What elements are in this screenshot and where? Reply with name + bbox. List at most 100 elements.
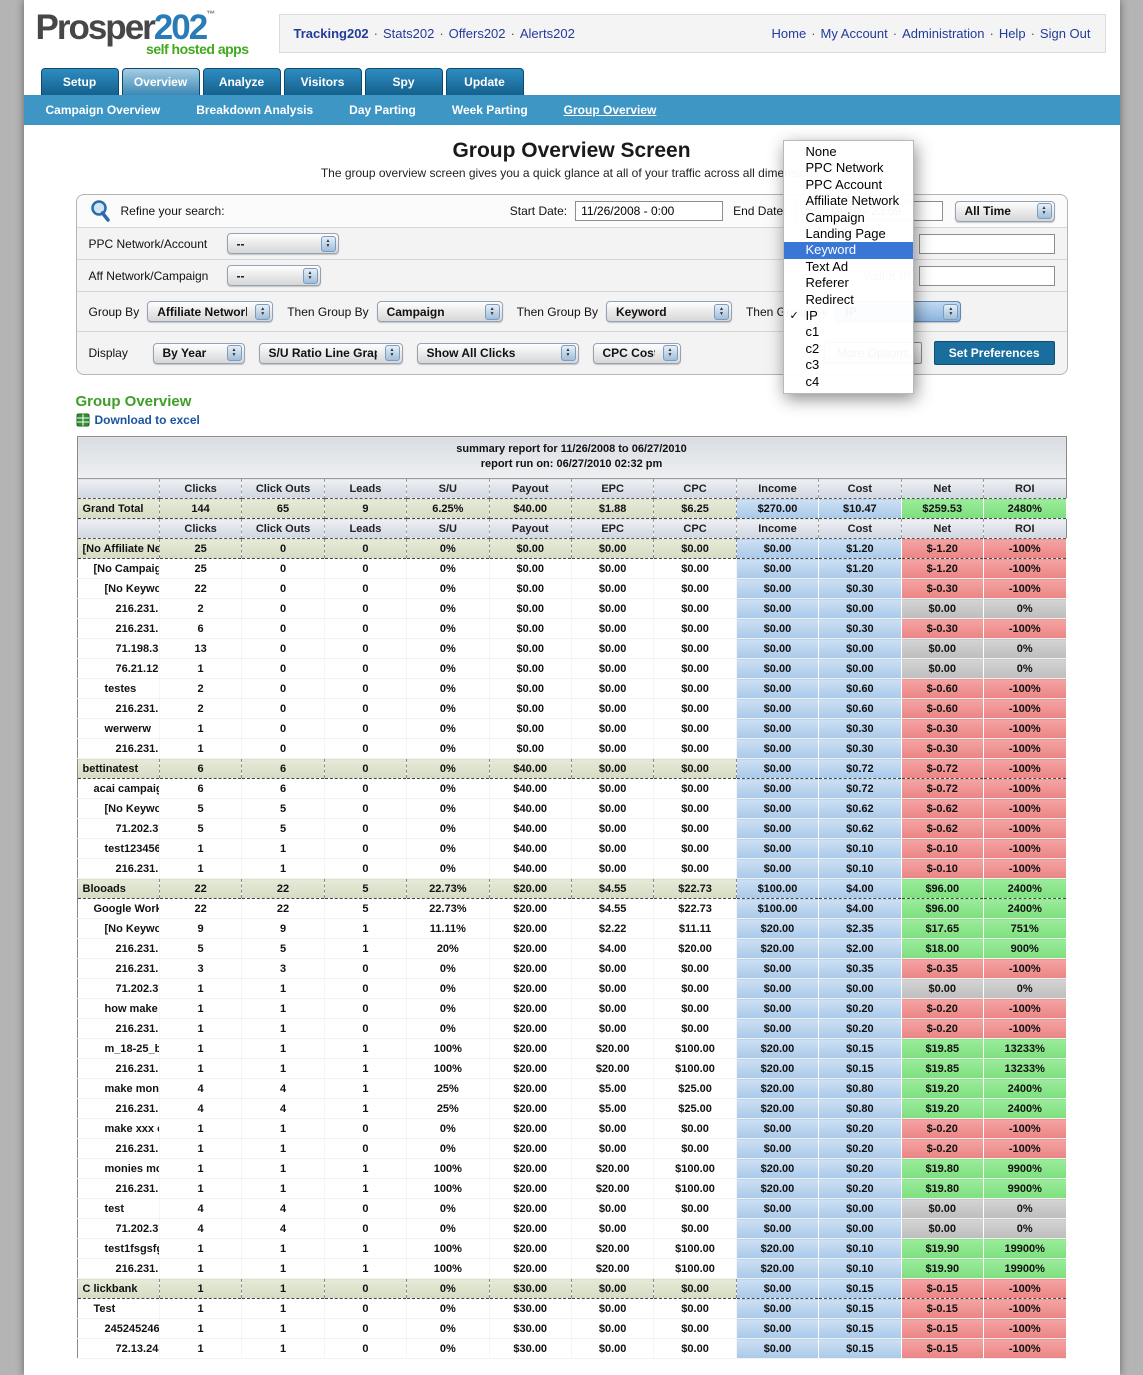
menu-item-landing-page[interactable]: Landing Page (784, 226, 913, 242)
visitor-ip-input[interactable] (919, 266, 1055, 286)
cell-income: $0.00 (736, 979, 818, 999)
cell-cost: $0.20 (819, 1139, 901, 1159)
menu-item-c1[interactable]: c1 (784, 324, 913, 340)
menu-item-campaign[interactable]: Campaign (784, 210, 913, 226)
group-by-dropdown-menu: NonePPC NetworkPPC AccountAffiliate Netw… (783, 140, 914, 394)
cell-leads: 1 (324, 919, 406, 939)
app-link-alerts202[interactable]: Alerts202 (520, 26, 575, 41)
menu-item-ppc-network[interactable]: PPC Network (784, 160, 913, 176)
nav-separator: · (1031, 26, 1035, 41)
keyword-filter-input[interactable] (919, 234, 1055, 254)
cell-cpc: $20.00 (654, 939, 736, 959)
subnav-breakdown-analysis[interactable]: Breakdown Analysis (196, 103, 313, 117)
app-link-tracking202[interactable]: Tracking202 (294, 26, 369, 41)
cell-epc: $0.00 (571, 819, 653, 839)
cell-income: $0.00 (736, 739, 818, 759)
cell-cpc: $0.00 (654, 959, 736, 979)
cell-roi: 0% (983, 659, 1066, 679)
cell-epc: $0.00 (571, 739, 653, 759)
menu-item-redirect[interactable]: Redirect (784, 292, 913, 308)
display-select-3[interactable]: Show All Clicks (417, 343, 579, 364)
row-label: 71.202.37.224 (77, 819, 159, 839)
subnav-campaign-overview[interactable]: Campaign Overview (46, 103, 161, 117)
cell-click-outs: 1 (242, 1339, 324, 1359)
row-label: C lickbank (77, 1279, 159, 1299)
tab-analyze[interactable]: Analyze (203, 68, 281, 95)
cell-epc: $0.00 (571, 779, 653, 799)
cell-cost: $0.10 (819, 859, 901, 879)
cell-net: $-0.30 (901, 739, 983, 759)
cell-roi: 751% (983, 919, 1066, 939)
menu-item-c4[interactable]: c4 (784, 374, 913, 390)
row-label: 71.198.35.254 (77, 639, 159, 659)
set-preferences-button[interactable]: Set Preferences (934, 341, 1055, 365)
menu-item-ppc-account[interactable]: PPC Account (784, 177, 913, 193)
table-row: 76.21.126.151000%$0.00$0.00$0.00$0.00$0.… (77, 659, 1066, 679)
display-select-1[interactable]: By Year (153, 343, 245, 364)
row-label: 216.231.14.3 (77, 1139, 159, 1159)
table-row: test4400%$20.00$0.00$0.00$0.00$0.00$0.00… (77, 1199, 1066, 1219)
display-select-2[interactable]: S/U Ratio Line Graph (259, 343, 403, 364)
cell-payout: $30.00 (489, 1299, 571, 1319)
display-label: Display (89, 346, 145, 360)
row-label: [No Keyword] (77, 799, 159, 819)
download-to-excel-link[interactable]: Download to excel (95, 413, 200, 427)
cell-click-outs: 0 (242, 639, 324, 659)
cell-su: 0% (407, 839, 489, 859)
cell-cost: $0.00 (819, 659, 901, 679)
cell-su: 0% (407, 1139, 489, 1159)
aff-network-select[interactable]: -- (227, 265, 321, 286)
cell-leads: 1 (324, 1059, 406, 1079)
table-row: monies money online111100%$20.00$20.00$1… (77, 1159, 1066, 1179)
select-stepper-icon (561, 345, 576, 361)
cell-payout: $40.00 (489, 779, 571, 799)
cell-cost: $0.00 (819, 979, 901, 999)
subnav-group-overview[interactable]: Group Overview (564, 103, 657, 117)
account-link-help[interactable]: Help (999, 26, 1026, 41)
cell-net: $19.90 (901, 1259, 983, 1279)
cell-epc: $0.00 (571, 599, 653, 619)
display-select-4[interactable]: CPC Costs (593, 343, 681, 364)
sub-navigation: Campaign Overview Breakdown Analysis Day P… (24, 95, 1120, 125)
menu-item-keyword[interactable]: Keyword (784, 242, 913, 258)
account-link-administration[interactable]: Administration (902, 26, 984, 41)
tab-spy[interactable]: Spy (365, 68, 443, 95)
menu-item-ip[interactable]: IP (784, 308, 913, 324)
tab-setup[interactable]: Setup (41, 68, 119, 95)
menu-item-c2[interactable]: c2 (784, 341, 913, 357)
menu-item-none[interactable]: None (784, 144, 913, 160)
cell-click-outs: 4 (242, 1219, 324, 1239)
account-link-sign-out[interactable]: Sign Out (1040, 26, 1091, 41)
cell-clicks: 1 (159, 1019, 241, 1039)
group-by-select-2[interactable]: Campaign (377, 301, 503, 322)
subnav-day-parting[interactable]: Day Parting (349, 103, 416, 117)
app-link-stats202[interactable]: Stats202 (383, 26, 434, 41)
tab-overview[interactable]: Overview (122, 68, 200, 95)
app-switcher-bar: Tracking202·Stats202·Offers202·Alerts202… (279, 14, 1106, 53)
group-by-select-3[interactable]: Keyword (606, 301, 732, 322)
cell-epc: $0.00 (571, 639, 653, 659)
ppc-network-select[interactable]: -- (227, 233, 339, 254)
subnav-week-parting[interactable]: Week Parting (452, 103, 528, 117)
menu-item-affiliate-network[interactable]: Affiliate Network (784, 193, 913, 209)
column-header-cpc: CPC (654, 479, 736, 499)
cell-payout: $0.00 (489, 659, 571, 679)
cell-clicks: 25 (159, 539, 241, 559)
cell-income: $0.00 (736, 1299, 818, 1319)
time-range-select[interactable]: All Time (955, 201, 1055, 222)
cell-click-outs: 0 (242, 599, 324, 619)
start-date-input[interactable] (575, 201, 723, 221)
cell-net: $0.00 (901, 1199, 983, 1219)
group-by-select-1[interactable]: Affiliate Network (147, 301, 273, 322)
menu-item-referer[interactable]: Referer (784, 275, 913, 291)
tab-update[interactable]: Update (446, 68, 524, 95)
account-link-my-account[interactable]: My Account (821, 26, 888, 41)
cell-leads: 1 (324, 939, 406, 959)
prosper202-logo[interactable]: Prosper202™ self hosted apps (36, 10, 261, 56)
menu-item-c3[interactable]: c3 (784, 357, 913, 373)
menu-item-text-ad[interactable]: Text Ad (784, 259, 913, 275)
app-link-offers202[interactable]: Offers202 (449, 26, 506, 41)
tab-visitors[interactable]: Visitors (284, 68, 362, 95)
account-link-home[interactable]: Home (772, 26, 807, 41)
select-stepper-icon (385, 345, 400, 361)
